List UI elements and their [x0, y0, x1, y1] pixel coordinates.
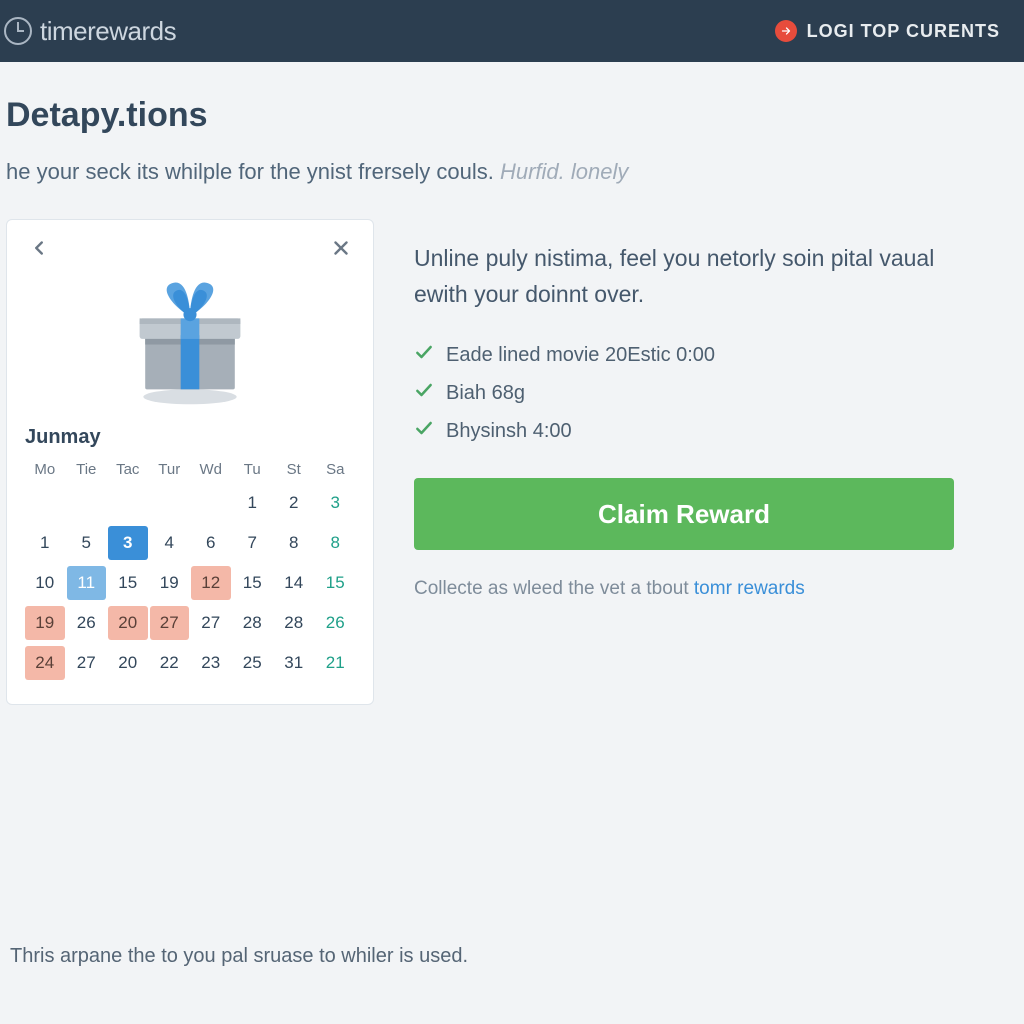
brand[interactable]: timerewards: [0, 16, 176, 47]
nav-label: LOGI TOP CURENTS: [807, 21, 1000, 42]
checklist-text: Biah 68g: [446, 382, 525, 405]
calendar-day: [150, 486, 190, 520]
calendar-day[interactable]: 8: [274, 526, 314, 560]
calendar-day: [25, 486, 65, 520]
calendar-day: [67, 486, 107, 520]
calendar-grid: MoTieTacTurWdTuStSa123153467881011151912…: [25, 459, 355, 680]
calendar-day[interactable]: 23: [191, 646, 231, 680]
calendar-day[interactable]: 22: [150, 646, 190, 680]
calendar-day[interactable]: 21: [316, 646, 356, 680]
claim-reward-button[interactable]: Claim Reward: [414, 478, 954, 550]
calendar-dow: Tac: [108, 459, 148, 480]
calendar-day[interactable]: 19: [25, 606, 65, 640]
page-subtitle: he your seck its whilple for the ynist f…: [6, 159, 1024, 185]
footer-note: Thris arpane the to you pal sruase to wh…: [10, 945, 468, 968]
content-row: Junmay MoTieTacTurWdTuStSa12315346788101…: [6, 219, 1024, 705]
top-bar: timerewards LOGI TOP CURENTS: [0, 0, 1024, 62]
calendar-day[interactable]: 27: [191, 606, 231, 640]
calendar-day[interactable]: 6: [191, 526, 231, 560]
calendar-day[interactable]: 7: [233, 526, 273, 560]
brand-text: timerewards: [40, 16, 176, 47]
calendar-dow: Tur: [150, 459, 190, 480]
calendar-dow: Wd: [191, 459, 231, 480]
checklist-item: Eade lined movie 20Estic 0:00: [414, 336, 976, 374]
checklist-text: Eade lined movie 20Estic 0:00: [446, 344, 715, 367]
calendar-day[interactable]: 14: [274, 566, 314, 600]
calendar-day[interactable]: 20: [108, 646, 148, 680]
close-button[interactable]: [327, 234, 355, 262]
calendar-day[interactable]: 15: [233, 566, 273, 600]
close-icon: [330, 237, 352, 259]
calendar-day[interactable]: 25: [233, 646, 273, 680]
calendar-day[interactable]: 31: [274, 646, 314, 680]
calendar-day[interactable]: 11: [67, 566, 107, 600]
calendar-day[interactable]: 4: [150, 526, 190, 560]
calendar-day[interactable]: 3: [316, 486, 356, 520]
calendar-day[interactable]: 3: [108, 526, 148, 560]
calendar-day[interactable]: 8: [316, 526, 356, 560]
calendar-day[interactable]: 28: [274, 606, 314, 640]
check-icon: [414, 342, 434, 368]
calendar-day[interactable]: 26: [316, 606, 356, 640]
calendar-dow: Tie: [67, 459, 107, 480]
calendar-month: Junmay: [25, 426, 355, 449]
top-nav-link[interactable]: LOGI TOP CURENTS: [775, 20, 1000, 42]
page-body: Detapy.tions he your seck its whilple fo…: [0, 62, 1024, 705]
calendar-day: [191, 486, 231, 520]
calendar-day[interactable]: 20: [108, 606, 148, 640]
calendar-day[interactable]: 19: [150, 566, 190, 600]
calendar-dow: Mo: [25, 459, 65, 480]
page-title: Detapy.tions: [6, 96, 1024, 135]
clock-icon: [4, 17, 32, 45]
calendar-day[interactable]: 2: [274, 486, 314, 520]
calendar-day[interactable]: 15: [316, 566, 356, 600]
prev-button[interactable]: [25, 234, 53, 262]
check-icon: [414, 380, 434, 406]
calendar-day[interactable]: 27: [150, 606, 190, 640]
checklist-item: Biah 68g: [414, 374, 976, 412]
calendar-day[interactable]: 5: [67, 526, 107, 560]
checklist-text: Bhysinsh 4:00: [446, 420, 572, 443]
check-icon: [414, 418, 434, 444]
collect-note: Collecte as wleed the vet a tbout tomr r…: [414, 578, 976, 600]
calendar-dow: Sa: [316, 459, 356, 480]
reward-checklist: Eade lined movie 20Estic 0:00 Biah 68g Bhy…: [414, 336, 976, 450]
calendar-day[interactable]: 1: [233, 486, 273, 520]
checklist-item: Bhysinsh 4:00: [414, 412, 976, 450]
rewards-link[interactable]: tomr rewards: [694, 578, 805, 599]
calendar-day[interactable]: 1: [25, 526, 65, 560]
reward-panel: Unline puly nistima, feel you netorly so…: [414, 219, 1024, 600]
calendar-day[interactable]: 12: [191, 566, 231, 600]
chevron-left-icon: [28, 237, 50, 259]
calendar-day[interactable]: 10: [25, 566, 65, 600]
calendar-day[interactable]: 27: [67, 646, 107, 680]
calendar-day[interactable]: 28: [233, 606, 273, 640]
calendar-dow: St: [274, 459, 314, 480]
calendar-day[interactable]: 15: [108, 566, 148, 600]
arrow-circle-icon: [775, 20, 797, 42]
calendar-card: Junmay MoTieTacTurWdTuStSa12315346788101…: [6, 219, 374, 705]
calendar-day[interactable]: 24: [25, 646, 65, 680]
calendar-day[interactable]: 26: [67, 606, 107, 640]
calendar-day: [108, 486, 148, 520]
calendar-dow: Tu: [233, 459, 273, 480]
reward-heading: Unline puly nistima, feel you netorly so…: [414, 241, 976, 312]
gift-icon: [25, 268, 355, 408]
